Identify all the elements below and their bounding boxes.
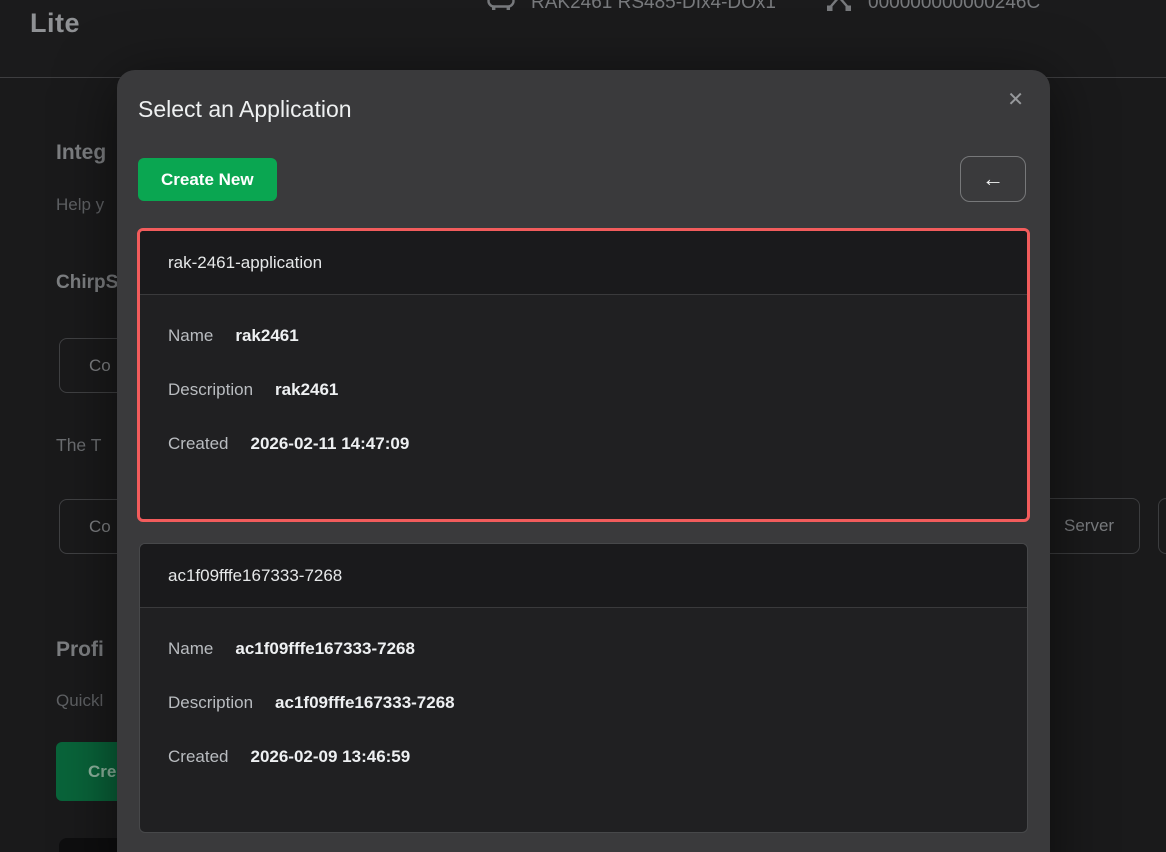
name-label: Name <box>168 326 213 345</box>
description-label: Description <box>168 693 253 712</box>
create-profile-button-label: Cre <box>88 762 116 782</box>
create-new-button[interactable]: Create New <box>138 158 277 201</box>
integrations-heading: Integ <box>56 141 106 165</box>
modal-title: Select an Application <box>138 96 352 123</box>
device-eui-text: 000000000000246C <box>868 0 1040 14</box>
name-value: ac1f09fffe167333-7268 <box>235 639 415 658</box>
back-button[interactable]: ← <box>960 156 1026 202</box>
description-row: Description rak2461 <box>168 380 999 400</box>
server-button-label: Server <box>1064 516 1114 536</box>
application-card-title: ac1f09fffe167333-7268 <box>140 544 1027 608</box>
integrations-subtext: Help y <box>56 195 104 215</box>
configure-button-bottom-label: Co <box>89 517 111 537</box>
created-value: 2026-02-09 13:46:59 <box>250 747 410 766</box>
back-arrow-icon: ← <box>982 166 1004 191</box>
profiles-subtext: Quickl <box>56 691 103 711</box>
description-row: Description ac1f09fffe167333-7268 <box>168 693 999 713</box>
app-logo: Lite <box>30 8 80 39</box>
device-model-text: RAK2461 RS485-DIx4-DOx1 <box>531 0 776 14</box>
name-label: Name <box>168 639 213 658</box>
things-stack-text: The T <box>56 435 101 456</box>
description-value: rak2461 <box>275 380 338 399</box>
device-eui-item: 000000000000246C <box>826 0 1040 14</box>
created-value: 2026-02-11 14:47:09 <box>250 434 409 453</box>
application-card-selected[interactable]: rak-2461-application Name rak2461 Descrip… <box>137 228 1030 522</box>
edge-button[interactable] <box>1158 498 1166 554</box>
name-value: rak2461 <box>235 326 298 345</box>
app-header: Lite RAK2461 RS485-DIx4-DOx1 00000000000 <box>0 0 1166 78</box>
application-card-title: rak-2461-application <box>140 231 1027 295</box>
created-row: Created 2026-02-11 14:47:09 <box>168 434 999 454</box>
application-card[interactable]: ac1f09fffe167333-7268 Name ac1f09fffe1673… <box>139 543 1028 833</box>
select-application-modal: Select an Application ✕ Create New ← rak… <box>117 70 1050 852</box>
chirpstack-heading: ChirpS <box>56 272 118 294</box>
profiles-heading: Profi <box>56 638 104 662</box>
device-model-item: RAK2461 RS485-DIx4-DOx1 <box>487 0 776 14</box>
device-info-row: RAK2461 RS485-DIx4-DOx1 000000000000246C <box>487 0 1040 14</box>
close-icon[interactable]: ✕ <box>1007 90 1024 110</box>
application-card-body: Name ac1f09fffe167333-7268 Description ac1… <box>140 608 1027 767</box>
created-row: Created 2026-02-09 13:46:59 <box>168 747 999 767</box>
application-card-body: Name rak2461 Description rak2461 Created 20… <box>140 295 1027 454</box>
created-label: Created <box>168 747 228 766</box>
name-row: Name ac1f09fffe167333-7268 <box>168 639 999 659</box>
name-row: Name rak2461 <box>168 326 999 346</box>
description-value: ac1f09fffe167333-7268 <box>275 693 455 712</box>
description-label: Description <box>168 380 253 399</box>
network-node-icon <box>826 0 852 12</box>
configure-button-top-label: Co <box>89 356 111 376</box>
created-label: Created <box>168 434 228 453</box>
device-module-icon <box>487 0 515 12</box>
